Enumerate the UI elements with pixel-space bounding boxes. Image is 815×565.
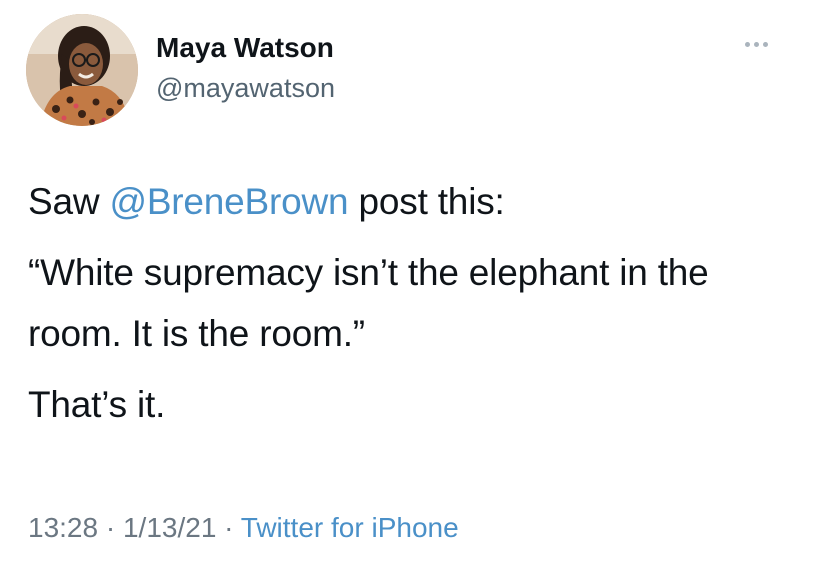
meta-separator: · <box>216 512 241 543</box>
more-dot <box>762 41 768 47</box>
author-handle[interactable]: @mayawatson <box>156 72 335 104</box>
more-horizontal-icon[interactable] <box>736 34 776 54</box>
profile-photo <box>26 14 138 126</box>
tweet-text: Saw @BreneBrown post this: “White suprem… <box>28 171 798 445</box>
tweet-line-intro: Saw @BreneBrown post this: <box>28 171 798 232</box>
tweet-date[interactable]: 1/13/21 <box>123 512 216 543</box>
tweet-text-prefix: Saw <box>28 181 110 222</box>
more-dot <box>753 41 759 47</box>
author-name[interactable]: Maya Watson <box>156 32 334 64</box>
avatar[interactable] <box>26 14 138 126</box>
tweet-text-suffix: post this: <box>348 181 505 222</box>
tweet-time[interactable]: 13:28 <box>28 512 98 543</box>
tweet-source-link[interactable]: Twitter for iPhone <box>241 512 459 543</box>
tweet-card: Maya Watson @mayawatson Saw @BreneBrown … <box>0 0 815 565</box>
mention-link[interactable]: @BreneBrown <box>109 181 348 222</box>
meta-separator: · <box>98 512 123 543</box>
tweet-quote: “White supremacy isn’t the elephant in t… <box>28 252 709 354</box>
more-dot <box>744 41 750 47</box>
tweet-closing: That’s it. <box>28 384 166 425</box>
tweet-meta: 13:28 · 1/13/21 · Twitter for iPhone <box>28 510 459 546</box>
